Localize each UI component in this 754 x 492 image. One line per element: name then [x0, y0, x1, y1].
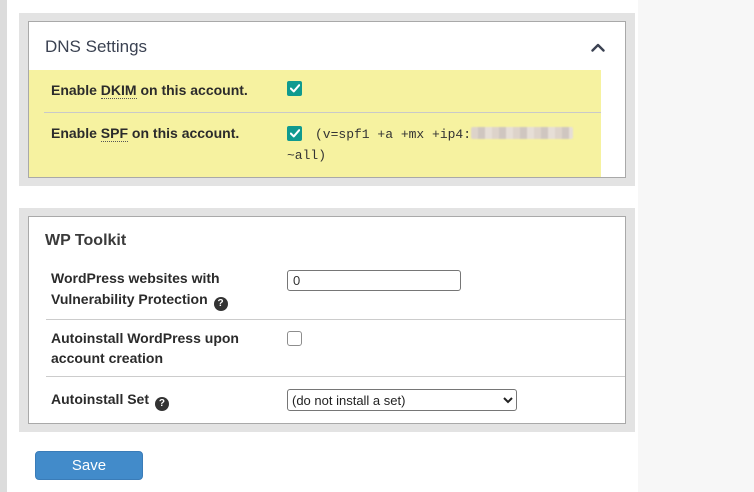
autoinstall-checkbox[interactable]	[287, 330, 302, 346]
dns-settings-panel-wrapper: DNS Settings Enable DKIM on this account…	[19, 13, 635, 187]
vulnerability-protection-label: WordPress websites with Vulnerability Pr…	[51, 268, 287, 311]
spf-label-suffix: on this account.	[128, 124, 240, 141]
autoinstall-set-row: Autoinstall Set ? (do not install a set)	[29, 377, 625, 423]
wp-toolkit-title: WP Toolkit	[45, 232, 127, 250]
dkim-label-suffix: on this account.	[136, 82, 248, 98]
chevron-up-icon	[591, 40, 605, 55]
check-icon	[289, 128, 300, 138]
dns-settings-panel: DNS Settings Enable DKIM on this account…	[28, 21, 626, 179]
highlighted-dns-rows: Enable DKIM on this account. Enable SPF …	[29, 70, 601, 178]
settings-form: DNS Settings Enable DKIM on this account…	[19, 13, 635, 481]
autoinstall-set-select[interactable]: (do not install a set)	[287, 389, 517, 412]
spf-label-prefix: Enable	[51, 124, 101, 141]
check-icon	[289, 84, 300, 93]
spf-record-value: (v=spf1 +a +mx +ip4: ~all)	[287, 124, 601, 167]
save-button[interactable]: Save	[35, 451, 143, 481]
vulnerability-count-input[interactable]	[287, 270, 461, 292]
spf-term: SPF	[100, 124, 129, 142]
spf-label: Enable SPF on this account.	[51, 124, 287, 167]
dkim-label-prefix: Enable	[51, 82, 101, 98]
right-page-gutter	[638, 0, 754, 492]
dkim-label: Enable DKIM on this account.	[51, 81, 287, 101]
dkim-checkbox[interactable]	[287, 81, 302, 96]
dns-collapse-button[interactable]	[587, 41, 609, 54]
spf-value-prefix: (v=spf1 +a +mx +ip4:	[315, 126, 472, 142]
autoinstall-wordpress-label: Autoinstall WordPress upon account creat…	[51, 329, 239, 367]
redacted-ip-address	[471, 126, 574, 139]
spf-row: Enable SPF on this account. (v=spf1 +a +…	[29, 113, 601, 178]
wp-toolkit-panel-wrapper: WP Toolkit WordPress websites with Vulne…	[19, 208, 635, 433]
left-page-gutter	[0, 0, 7, 492]
dkim-row: Enable DKIM on this account.	[29, 70, 601, 112]
autoinstall-set-label-text: Autoinstall Set	[51, 391, 150, 408]
question-circle-icon[interactable]: ?	[154, 397, 169, 412]
vulnerability-protection-label-text: WordPress websites with Vulnerability Pr…	[51, 270, 220, 307]
autoinstall-wordpress-row: Autoinstall WordPress upon account creat…	[29, 320, 625, 377]
spf-value-suffix: ~all)	[287, 148, 327, 164]
vulnerability-protection-row: WordPress websites with Vulnerability Pr…	[29, 260, 625, 318]
dkim-term: DKIM	[100, 82, 137, 99]
dns-settings-title: DNS Settings	[45, 37, 148, 56]
question-circle-icon[interactable]: ?	[213, 296, 228, 311]
dns-settings-header: DNS Settings	[29, 22, 625, 70]
wp-toolkit-panel: WP Toolkit WordPress websites with Vulne…	[28, 216, 626, 425]
autoinstall-set-label: Autoinstall Set ?	[51, 389, 287, 412]
spf-checkbox[interactable]	[287, 125, 302, 141]
